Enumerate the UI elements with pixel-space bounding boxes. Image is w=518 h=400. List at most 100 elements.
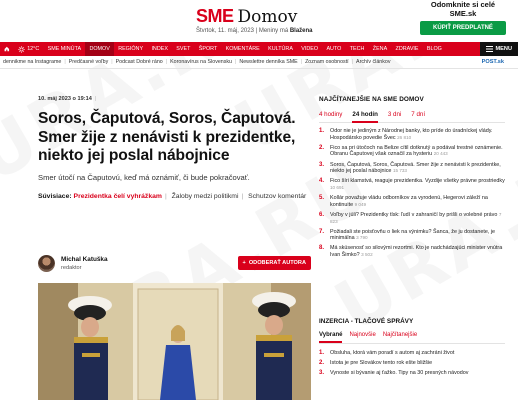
article-photo[interactable] bbox=[38, 283, 311, 400]
nav-item-auto[interactable]: AUTO bbox=[322, 42, 345, 56]
item-text: Fico šíri klamstvá, reaguje prezidentka.… bbox=[330, 178, 505, 191]
subnav-link[interactable]: Newslettre denníka SME bbox=[236, 59, 300, 65]
related-link[interactable]: Prezidentka čelí vyhrážkam bbox=[74, 193, 162, 200]
tab-most-read[interactable]: Najčítanejšie bbox=[383, 332, 417, 343]
subnav-link[interactable]: Archív článkov bbox=[353, 59, 393, 65]
nav-item-tech[interactable]: TECH bbox=[346, 42, 369, 56]
nav-item-svet[interactable]: SVET bbox=[172, 42, 194, 56]
tab-24-hours[interactable]: 24 hodín bbox=[352, 111, 378, 123]
plus-icon: + bbox=[242, 260, 246, 266]
nav-item-kultura[interactable]: KULTÚRA bbox=[264, 42, 297, 56]
most-read-heading: NAJČÍTANEJŠIE NA SME DOMOV bbox=[319, 96, 424, 103]
nav-item-regiony[interactable]: REGIÓNY bbox=[114, 42, 147, 56]
list-item[interactable]: 3. Soros, Čaputová, Soros, Čaputová. Smer… bbox=[319, 162, 505, 175]
related-link[interactable]: Žaloby medzi politikmi bbox=[172, 193, 239, 200]
item-number: 6. bbox=[319, 211, 325, 218]
item-number: 4. bbox=[319, 178, 325, 185]
related-link[interactable]: Schutzov komentár bbox=[248, 193, 306, 200]
article-lede: Smer útočí na Čaputovú, keď má oznámiť, … bbox=[38, 172, 250, 182]
item-title: Fico sa pri útočoch na Belize cítil dotk… bbox=[330, 144, 503, 158]
item-number: 1. bbox=[319, 350, 325, 356]
author-block: Michal Katuška redaktor + ODOBERAŤ AUTOR… bbox=[38, 255, 311, 277]
menu-button[interactable]: MENU bbox=[479, 42, 518, 56]
dateline-separator: | bbox=[255, 28, 258, 34]
nav-item-zena[interactable]: ŽENA bbox=[369, 42, 392, 56]
weather-widget[interactable]: 12°C bbox=[14, 42, 43, 56]
subnav-link[interactable]: Koronavírus na Slovensku bbox=[167, 59, 235, 65]
item-title: Obsluha, ktorá vám poradí s autom aj zac… bbox=[330, 350, 455, 356]
list-item[interactable]: 8. Má skúsenosť so silovými rezortmi. Kto… bbox=[319, 245, 505, 258]
photo-illustration bbox=[38, 283, 311, 400]
item-title: Voľby v júli? Prezidentky tlsk: ľudí v z… bbox=[330, 211, 498, 218]
most-read-list: 1. Odor nie je jediným z Národnej banky, … bbox=[319, 128, 505, 259]
press-releases-heading: INZERCIA - TLAČOVÉ SPRÁVY bbox=[319, 318, 414, 325]
item-title: Požiadali ste poisťovňu o liek na výnimk… bbox=[330, 228, 496, 242]
sun-icon bbox=[18, 45, 26, 53]
nav-item-zdravie[interactable]: ZDRAVIE bbox=[391, 42, 422, 56]
related-links: Súvisiace: Prezidentka čelí vyhrážkam | Ž… bbox=[38, 192, 313, 202]
author-name[interactable]: Michal Katuška bbox=[61, 256, 108, 263]
item-count: 20 443 bbox=[433, 151, 448, 157]
list-item[interactable]: 5. Kollár považuje vládu odborníkov za vy… bbox=[319, 195, 505, 208]
secondary-nav: dennikme na Instagrame | Predčasné voľby |… bbox=[0, 56, 518, 69]
nav-item-sport[interactable]: ŠPORT bbox=[195, 42, 222, 56]
site-logo[interactable]: SME Domov bbox=[196, 6, 297, 27]
current-date: Štvrtok, 11. máj, 2023 bbox=[196, 28, 254, 34]
item-count: 26 810 bbox=[397, 134, 412, 140]
tab-newest[interactable]: Najnovšie bbox=[349, 332, 375, 343]
follow-author-label: ODOBERAŤ AUTORA bbox=[248, 260, 306, 266]
item-title: Má skúsenosť so silovými rezortmi. Kto j… bbox=[330, 245, 503, 259]
list-item[interactable]: 1. Odor nie je jediným z Národnej banky, … bbox=[319, 128, 505, 141]
subnav-link[interactable]: dennikme na Instagrame bbox=[0, 59, 64, 65]
list-item[interactable]: 7. Požiadali ste poisťovňu o liek na výni… bbox=[319, 229, 505, 242]
related-divider: | bbox=[164, 192, 167, 200]
nav-item-blog[interactable]: BLOG bbox=[423, 42, 446, 56]
item-number: 2. bbox=[319, 144, 325, 151]
nav-item-video[interactable]: VIDEO bbox=[297, 42, 322, 56]
subnav-link[interactable]: Predčasné voľby bbox=[66, 59, 112, 65]
promo-text: Odomknite si celé SME.sk bbox=[430, 0, 496, 18]
article-date: 10. máj 2023 o 19:14 | bbox=[38, 96, 313, 102]
subnav-link[interactable]: Zoznam osobností bbox=[302, 59, 352, 65]
item-title: Istota je pre Slovákov tento rok ešte bl… bbox=[330, 360, 433, 367]
tab-7-days[interactable]: 7 dní bbox=[411, 111, 425, 123]
nav-item-komentare[interactable]: KOMENTÁRE bbox=[221, 42, 264, 56]
list-item[interactable]: 2. Istota je pre Slovákov tento rok ešte … bbox=[319, 360, 505, 367]
press-releases-tabs: Vybrané Najnovšie Najčítanejšie bbox=[319, 332, 505, 344]
related-label: Súvisiace: bbox=[38, 192, 72, 200]
post-sk-link[interactable]: POST.sk bbox=[477, 56, 504, 68]
item-text: Kollár považuje vládu odborníkov za vyro… bbox=[330, 195, 505, 208]
buy-subscription-button[interactable]: KÚPIŤ PREDPLATNÉ bbox=[420, 21, 506, 35]
menu-label: MENU bbox=[495, 46, 512, 52]
nav-item-index[interactable]: INDEX bbox=[147, 42, 172, 56]
tab-4-hours[interactable]: 4 hodiny bbox=[319, 111, 342, 123]
dateline: Štvrtok, 11. máj, 2023 | Meniny má Blaže… bbox=[196, 28, 313, 34]
item-text: Odor nie je jediným z Národnej banky, kt… bbox=[330, 128, 505, 141]
item-number: 3. bbox=[319, 161, 325, 168]
most-read-box: NAJČÍTANEJŠIE NA SME DOMOV 4 hodiny 24 h… bbox=[319, 96, 505, 262]
item-text: Voľby v júli? Prezidentky tlsk: ľudí v z… bbox=[330, 212, 505, 225]
author-avatar[interactable] bbox=[38, 255, 55, 272]
item-title: Odor nie je jediným z Národnej banky, kt… bbox=[330, 128, 493, 141]
section-name: Domov bbox=[237, 7, 298, 27]
tab-3-days[interactable]: 3 dni bbox=[388, 111, 401, 123]
item-number: 7. bbox=[319, 228, 325, 235]
list-item[interactable]: 3. Vynoste si bývanie aj ťažko. Tipy na 3… bbox=[319, 370, 505, 377]
press-releases-list: 1. Obsluha, ktorá vám poradí s autom aj z… bbox=[319, 350, 505, 381]
nav-item-sme-minuta[interactable]: SME MINÚTA bbox=[43, 42, 85, 56]
list-item[interactable]: 6. Voľby v júli? Prezidentky tlsk: ľudí v… bbox=[319, 212, 505, 225]
list-item[interactable]: 1. Obsluha, ktorá vám poradí s autom aj z… bbox=[319, 350, 505, 357]
tab-selected[interactable]: Vybrané bbox=[319, 332, 343, 343]
item-count: 10 691 bbox=[330, 184, 345, 190]
follow-author-button[interactable]: + ODOBERAŤ AUTORA bbox=[237, 256, 311, 270]
home-icon[interactable] bbox=[0, 42, 14, 56]
list-item[interactable]: 2. Fico sa pri útočoch na Belize cítil do… bbox=[319, 145, 505, 158]
publish-date: 10. máj 2023 o 19:14 bbox=[38, 96, 92, 102]
item-title: Soros, Čaputová, Soros, Čaputová. Smer ž… bbox=[330, 161, 501, 175]
subnav-link[interactable]: Podcast Dobré ráno bbox=[113, 59, 166, 65]
item-text: Má skúsenosť so silovými rezortmi. Kto j… bbox=[330, 245, 505, 258]
list-item[interactable]: 4. Fico šíri klamstvá, reaguje prezidentk… bbox=[319, 178, 505, 191]
item-number: 8. bbox=[319, 245, 325, 252]
item-title: Vynoste si bývanie aj ťažko. Tipy na 30 … bbox=[330, 370, 469, 377]
nav-item-domov[interactable]: DOMOV bbox=[85, 42, 114, 56]
